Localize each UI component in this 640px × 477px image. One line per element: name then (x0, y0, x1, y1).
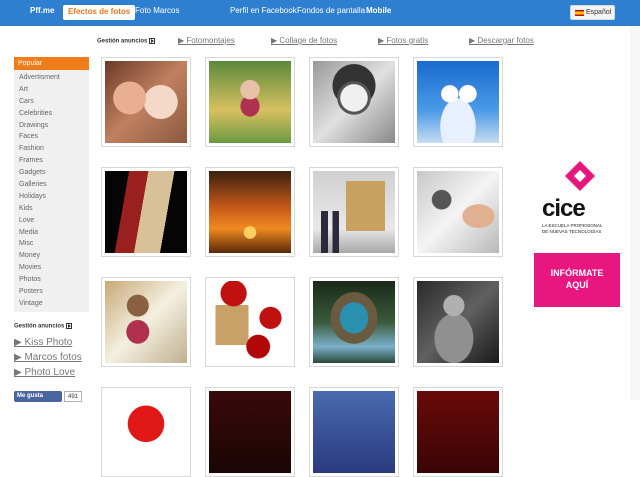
category-item[interactable]: Money (19, 250, 89, 262)
nav-efectos-de-fotos[interactable]: Efectos de fotos (63, 5, 136, 20)
facebook-like-button[interactable]: Me gusta (14, 391, 62, 402)
pencil-sketch-photo-icon (313, 61, 395, 143)
category-item[interactable]: Kids (19, 203, 89, 215)
language-selector[interactable]: Español (570, 5, 615, 20)
category-item[interactable]: Love (19, 215, 89, 227)
category-sidebar: Popular Advertisment Art Cars Celebritie… (14, 57, 89, 312)
photo-thumbnail-cave[interactable] (309, 277, 399, 367)
photo-thumbnail-roses[interactable] (205, 277, 295, 367)
nav-mobile[interactable]: Mobile (366, 6, 391, 15)
photo-thumbnail-red[interactable] (413, 387, 503, 477)
site-logo[interactable]: Pff.me (30, 6, 54, 15)
category-item[interactable]: Media (19, 227, 89, 239)
ad-link-fotomontajes[interactable]: ▶ Fotomontajes (178, 36, 235, 45)
photo-thumbnail-dark[interactable] (205, 387, 295, 477)
ad-link-fotos-gratis[interactable]: ▶ Fotos gratis (378, 36, 428, 45)
phone-photo-icon (105, 171, 187, 253)
ad-link-kiss-photo[interactable]: ▶ Kiss Photo (14, 335, 104, 350)
adchoices-icon (66, 323, 73, 329)
category-list: Advertisment Art Cars Celebrities Drawin… (14, 70, 89, 312)
category-item[interactable]: Misc (19, 238, 89, 250)
red-photo-icon (417, 391, 499, 473)
sketch-notebook-photo-icon (105, 281, 187, 363)
informate-button[interactable]: INFÓRMATE AQUÍ (534, 253, 620, 307)
category-item[interactable]: Gadgets (19, 167, 89, 179)
category-item[interactable]: Art (19, 84, 89, 96)
category-item[interactable]: Holidays (19, 191, 89, 203)
cice-ad-banner[interactable]: cice LA ESCUELA PROFESIONAL DE NUEVAS TE… (528, 57, 628, 337)
photo-thumbnail-bodybuilder[interactable] (413, 277, 503, 367)
category-item[interactable]: Drawings (19, 120, 89, 132)
photo-thumbnail-heart[interactable] (101, 387, 191, 477)
heart-clouds-photo-icon (417, 61, 499, 143)
cice-brand-text: cice (542, 195, 586, 222)
cice-tagline-1: LA ESCUELA PROFESIONAL (542, 223, 603, 228)
photo-thumbnail-phone[interactable] (101, 167, 191, 257)
bodybuilder-photo-icon (417, 281, 499, 363)
category-item[interactable]: Fashion (19, 143, 89, 155)
cta-line-2: AQUÍ (565, 280, 589, 290)
ad-link-marcos-fotos[interactable]: ▶ Marcos fotos (14, 350, 104, 365)
category-item[interactable]: Celebrities (19, 108, 89, 120)
sidebar-ads: Gestión anuncios ▶ Kiss Photo ▶ Marcos f… (14, 323, 104, 380)
drawing-hand-photo-icon (417, 171, 499, 253)
cave-waterfall-photo-icon (313, 281, 395, 363)
dark-photo-icon (209, 391, 291, 473)
photo-thumbnail-blue[interactable] (309, 387, 399, 477)
sunset-palm-photo-icon (209, 171, 291, 253)
category-item[interactable]: Advertisment (19, 72, 89, 84)
girl-on-grass-photo-icon (209, 61, 291, 143)
right-gutter (630, 26, 640, 400)
nav-fondos-pantalla[interactable]: Fondos de pantalla (297, 6, 365, 15)
photo-thumbnail-notebook[interactable] (101, 277, 191, 367)
photo-thumbnail-grass[interactable] (205, 57, 295, 147)
like-count: 491 (64, 391, 82, 402)
category-item[interactable]: Movies (19, 262, 89, 274)
kiss-photo-icon (105, 61, 187, 143)
gallery-visitors-photo-icon (313, 171, 395, 253)
nav-perfil-facebook[interactable]: Perfil en Facebook (230, 6, 297, 15)
ad-link-descargar[interactable]: ▶ Descargar fotos (469, 36, 534, 45)
cice-logo-icon (565, 161, 595, 191)
ads-label[interactable]: Gestión anuncios (97, 38, 156, 45)
top-navigation-bar: Pff.me Efectos de fotos Foto Marcos Perf… (0, 0, 640, 26)
spain-flag-icon (575, 10, 584, 16)
category-item[interactable]: Vintage (19, 298, 89, 310)
adchoices-icon (149, 38, 156, 44)
blue-photo-icon (313, 391, 395, 473)
language-label: Español (586, 9, 612, 16)
ads-row: Gestión anuncios ▶ Fotomontajes ▶ Collag… (0, 34, 640, 48)
category-item[interactable]: Posters (19, 286, 89, 298)
nav-foto-marcos[interactable]: Foto Marcos (135, 6, 179, 15)
cice-tagline-2: DE NUEVAS TECNOLOGÍAS (542, 229, 602, 234)
photo-thumbnail-kiss[interactable] (101, 57, 191, 147)
category-item[interactable]: Frames (19, 155, 89, 167)
category-item[interactable]: Galleries (19, 179, 89, 191)
category-item[interactable]: Photos (19, 274, 89, 286)
photo-thumbnail-sketch[interactable] (309, 57, 399, 147)
red-heart-photo-icon (105, 391, 187, 473)
photo-thumbnail-heart-clouds[interactable] (413, 57, 503, 147)
category-popular[interactable]: Popular (14, 57, 89, 70)
category-item[interactable]: Faces (19, 131, 89, 143)
category-item[interactable]: Cars (19, 96, 89, 108)
cta-line-1: INFÓRMATE (550, 268, 604, 278)
roses-frame-photo-icon (209, 281, 291, 363)
ad-link-collage[interactable]: ▶ Collage de fotos (271, 36, 337, 45)
ad-link-photo-love[interactable]: ▶ Photo Love (14, 365, 104, 380)
photo-thumbnail-sunset[interactable] (205, 167, 295, 257)
sidebar-ads-label[interactable]: Gestión anuncios (14, 323, 104, 330)
photo-thumbnail-gallery[interactable] (309, 167, 399, 257)
photo-thumbnail-drawing-hand[interactable] (413, 167, 503, 257)
